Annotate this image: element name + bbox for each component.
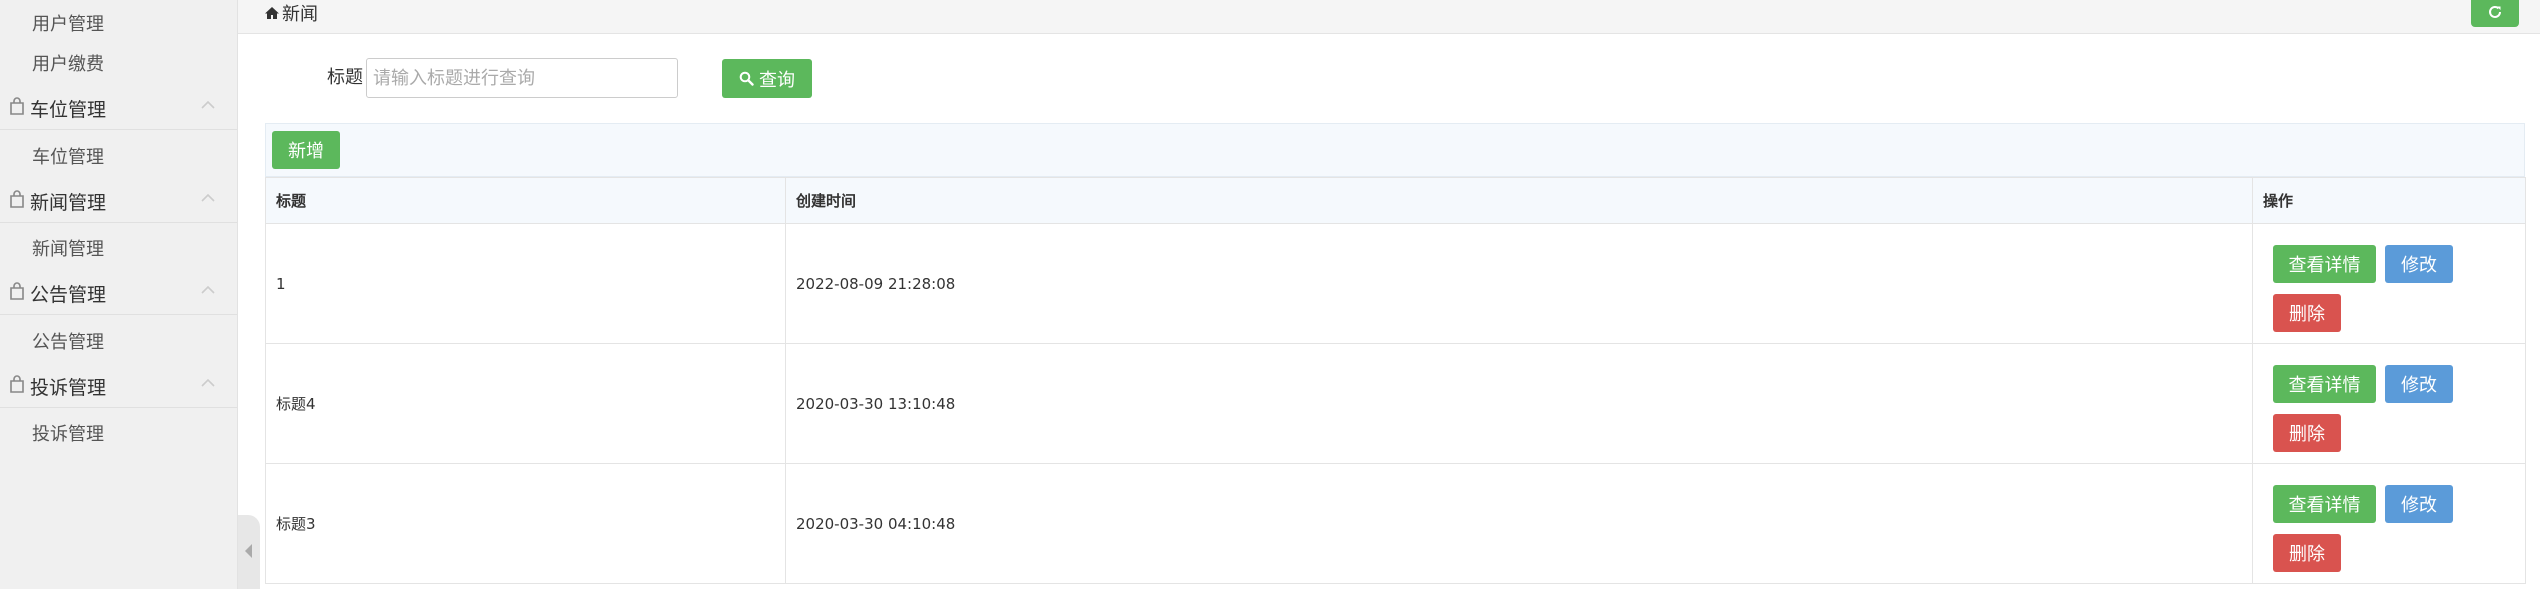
chevron-up-icon	[201, 193, 215, 202]
sidebar-group-label: 车位管理	[30, 99, 107, 121]
delete-button[interactable]: 删除	[2273, 414, 2341, 452]
cell-title: 标题3	[265, 463, 786, 584]
breadcrumb: 新闻	[264, 0, 318, 26]
view-detail-button[interactable]: 查看详情	[2273, 485, 2376, 523]
table-header-row: 标题 创建时间 操作	[265, 177, 2526, 224]
column-header-title: 标题	[265, 177, 786, 224]
cell-title: 标题4	[265, 343, 786, 464]
bag-icon	[10, 282, 24, 300]
sidebar-group-news[interactable]: 新闻管理	[0, 177, 237, 223]
bag-icon	[10, 190, 24, 208]
view-detail-button[interactable]: 查看详情	[2273, 245, 2376, 283]
sidebar-group-complaint[interactable]: 投诉管理	[0, 362, 237, 408]
cell-created: 2020-03-30 04:10:48	[785, 463, 2253, 584]
column-header-created: 创建时间	[785, 177, 2253, 224]
cell-actions: 查看详情 修改 删除	[2252, 223, 2526, 344]
chevron-up-icon	[201, 100, 215, 109]
cell-title: 1	[265, 223, 786, 344]
view-detail-button[interactable]: 查看详情	[2273, 365, 2376, 403]
query-button[interactable]: 查询	[722, 59, 812, 98]
sidebar-group-label: 公告管理	[30, 284, 107, 306]
cell-actions: 查看详情 修改 删除	[2252, 463, 2526, 584]
table-row: 1 2022-08-09 21:28:08 查看详情 修改 删除	[265, 223, 2526, 344]
bag-icon	[10, 97, 24, 115]
sidebar-group-label: 新闻管理	[30, 192, 107, 214]
edit-button[interactable]: 修改	[2385, 485, 2453, 523]
edit-button[interactable]: 修改	[2385, 365, 2453, 403]
home-icon	[265, 7, 279, 19]
add-button[interactable]: 新增	[272, 131, 340, 169]
chevron-up-icon	[201, 285, 215, 294]
bag-icon	[10, 375, 24, 393]
sidebar-group-notice[interactable]: 公告管理	[0, 269, 237, 315]
header-bar: 新闻	[238, 0, 2540, 34]
search-title-input[interactable]	[366, 58, 678, 98]
edit-button[interactable]: 修改	[2385, 245, 2453, 283]
cell-created: 2020-03-30 13:10:48	[785, 343, 2253, 464]
breadcrumb-label: 新闻	[282, 4, 318, 25]
column-header-actions: 操作	[2252, 177, 2526, 224]
news-table: 标题 创建时间 操作 1 2022-08-09 21:28:08 查看详情 修改…	[265, 177, 2526, 584]
refresh-button[interactable]	[2471, 0, 2519, 27]
table-row: 标题3 2020-03-30 04:10:48 查看详情 修改 删除	[265, 463, 2526, 584]
search-title-label: 标题	[327, 67, 363, 88]
sidebar-item-user-payment[interactable]: 用户缴费	[32, 50, 104, 76]
caret-left-icon	[245, 544, 252, 558]
sidebar-group-parking[interactable]: 车位管理	[0, 84, 237, 130]
table-toolbar	[265, 123, 2525, 177]
table-row: 标题4 2020-03-30 13:10:48 查看详情 修改 删除	[265, 343, 2526, 464]
query-button-label: 查询	[759, 69, 795, 91]
sidebar: 用户管理 用户缴费 车位管理 车位管理 新闻管理 新闻管理 公告管理 公告管理 …	[0, 0, 238, 589]
search-icon	[739, 71, 754, 86]
cell-created: 2022-08-09 21:28:08	[785, 223, 2253, 344]
sidebar-group-label: 投诉管理	[30, 377, 107, 399]
chevron-up-icon	[201, 378, 215, 387]
sidebar-item-complaint[interactable]: 投诉管理	[32, 420, 104, 446]
delete-button[interactable]: 删除	[2273, 534, 2341, 572]
sidebar-item-parking[interactable]: 车位管理	[32, 143, 104, 169]
sidebar-item-news[interactable]: 新闻管理	[32, 235, 104, 261]
refresh-icon	[2489, 5, 2501, 18]
sidebar-item-user-management[interactable]: 用户管理	[32, 10, 104, 36]
cell-actions: 查看详情 修改 删除	[2252, 343, 2526, 464]
sidebar-collapse-handle[interactable]	[238, 515, 260, 589]
sidebar-item-notice[interactable]: 公告管理	[32, 328, 104, 354]
delete-button[interactable]: 删除	[2273, 294, 2341, 332]
